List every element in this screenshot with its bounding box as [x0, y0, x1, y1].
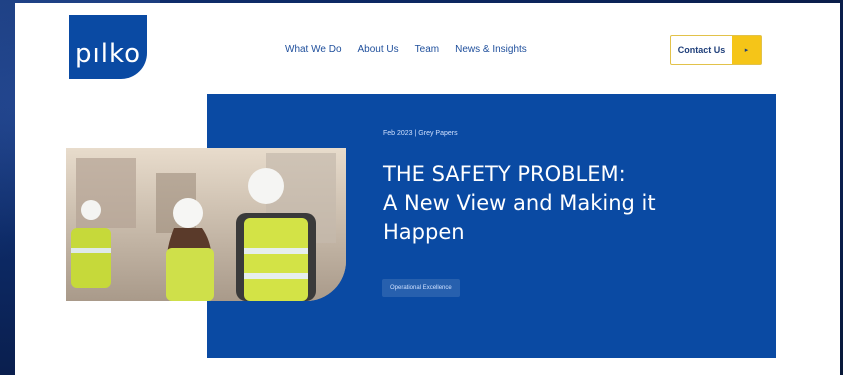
- contact-us-label: Contact Us: [677, 45, 726, 55]
- pilko-logo[interactable]: pılko: [69, 15, 147, 79]
- hero-photo-workers: [66, 148, 346, 301]
- title-line: THE SAFETY PROBLEM:: [383, 162, 626, 186]
- contact-us-button[interactable]: Contact Us ▸: [670, 35, 762, 65]
- main-nav: What We Do About Us Team News & Insights: [285, 44, 527, 55]
- nav-item-news-insights[interactable]: News & Insights: [455, 44, 527, 55]
- category-tag[interactable]: Operational Excellence: [382, 279, 460, 297]
- nav-item-about-us[interactable]: About Us: [358, 44, 399, 55]
- web-page: pılko What We Do About Us Team News & In…: [15, 3, 840, 375]
- nav-item-team[interactable]: Team: [415, 44, 439, 55]
- logo-text: pılko: [75, 39, 141, 69]
- article-title[interactable]: THE SAFETY PROBLEM: A New View and Makin…: [383, 160, 743, 247]
- article-meta: Feb 2023 | Grey Papers: [383, 130, 458, 137]
- arrow-right-icon: ▸: [732, 36, 761, 64]
- workers-illustration: [66, 148, 346, 301]
- nav-item-what-we-do[interactable]: What We Do: [285, 44, 342, 55]
- title-line: A New View and Making it: [383, 191, 656, 215]
- title-line: Happen: [383, 220, 465, 244]
